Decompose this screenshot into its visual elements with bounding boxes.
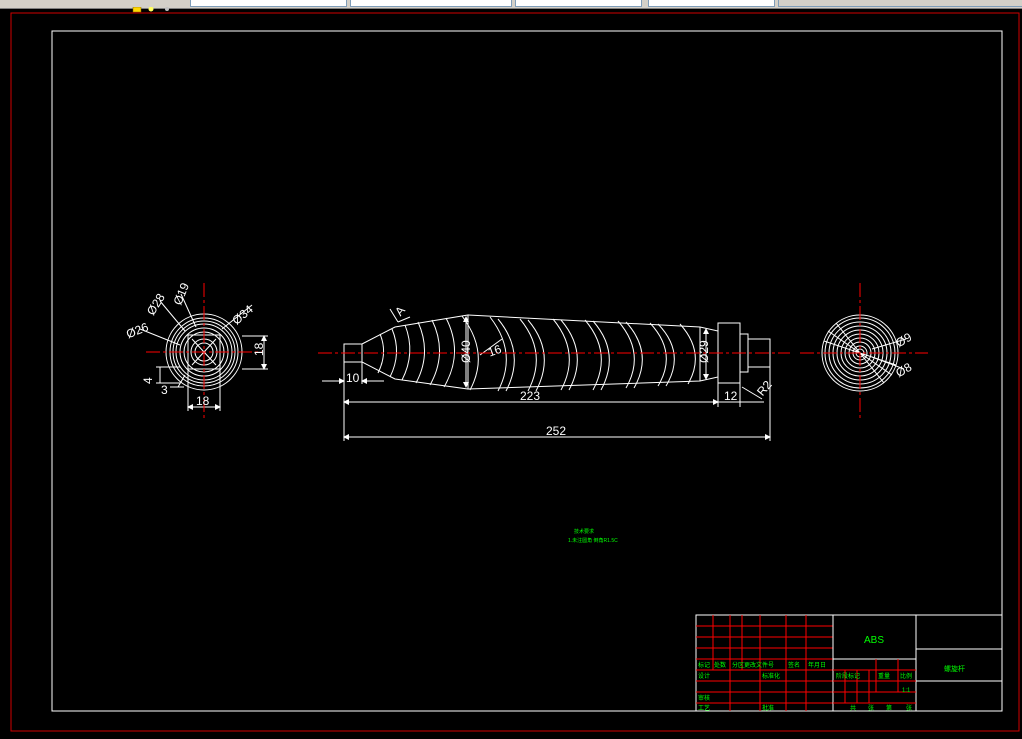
dim-w18: 18 xyxy=(196,394,210,408)
tb-mark: 标记 xyxy=(698,661,710,669)
sun-icon[interactable] xyxy=(162,0,172,11)
tb-review: 审核 xyxy=(698,694,710,702)
layer-icon[interactable] xyxy=(132,0,142,13)
sheet-border xyxy=(10,12,1020,732)
tb-sheet-of: 张 xyxy=(868,704,874,712)
dim-d9: Ø9 xyxy=(893,330,914,350)
drawing-canvas[interactable]: Ø28 Ø19 Ø34 Ø26 18 4 3 18 A Ø40 16 Ø29 1… xyxy=(0,9,1022,734)
title-part-name: 螺旋杆 xyxy=(944,664,965,673)
lightbulb-icon[interactable] xyxy=(146,0,156,12)
lineweight-dropdown[interactable] xyxy=(648,0,775,7)
linetype-dropdown[interactable] xyxy=(515,0,642,7)
tb-process: 工艺 xyxy=(698,704,710,712)
tb-sheets: 共 xyxy=(850,704,856,712)
tb-weight: 重量 xyxy=(878,672,890,680)
tb-scale-value: 1:1 xyxy=(902,688,911,694)
dim-pitch16: 16 xyxy=(486,342,504,360)
dim-d26: Ø26 xyxy=(124,320,151,342)
tb-qty: 处数 xyxy=(714,661,726,669)
title-material: ABS xyxy=(864,635,884,646)
tb-standard: 标准化 xyxy=(762,672,780,680)
dim-len252: 252 xyxy=(546,424,566,438)
tb-date: 年月日 xyxy=(808,661,826,669)
dim-len10: 10 xyxy=(346,371,360,385)
dim-d19: Ø19 xyxy=(171,280,193,307)
cad-toolbar xyxy=(0,0,1022,13)
front-view-screw xyxy=(322,308,771,441)
tb-design: 设计 xyxy=(698,672,710,680)
notes-title: 技术要求 xyxy=(574,528,594,535)
layer-dropdown[interactable] xyxy=(190,0,347,7)
tb-sheet-no: 第 xyxy=(886,704,892,712)
tb-zone: 分区 xyxy=(732,661,744,669)
tb-change-file: 更改文件号 xyxy=(744,661,774,669)
notes-line1: 1.未注圆角 倒角R1.5C xyxy=(568,537,618,544)
dim-r2: R2 xyxy=(754,378,775,399)
dim-len12: 12 xyxy=(724,389,738,403)
tb-sign: 签名 xyxy=(788,661,800,669)
plotstyle-dropdown[interactable] xyxy=(778,0,1022,7)
dim-d40: Ø40 xyxy=(459,340,473,363)
dim-3: 3 xyxy=(161,383,168,397)
tb-scale: 比例 xyxy=(900,672,912,680)
tb-sheet-no-end: 张 xyxy=(906,704,912,712)
dim-d28: Ø28 xyxy=(144,291,168,318)
dim-4: 4 xyxy=(141,377,155,384)
color-dropdown[interactable] xyxy=(350,0,512,7)
tb-approve: 批准 xyxy=(762,704,774,712)
dim-len223: 223 xyxy=(520,389,540,403)
dim-d34: Ø34 xyxy=(229,302,256,328)
tb-stage: 阶段标记 xyxy=(836,672,860,680)
dim-h18: 18 xyxy=(252,342,266,356)
dim-d29: Ø29 xyxy=(697,340,711,363)
